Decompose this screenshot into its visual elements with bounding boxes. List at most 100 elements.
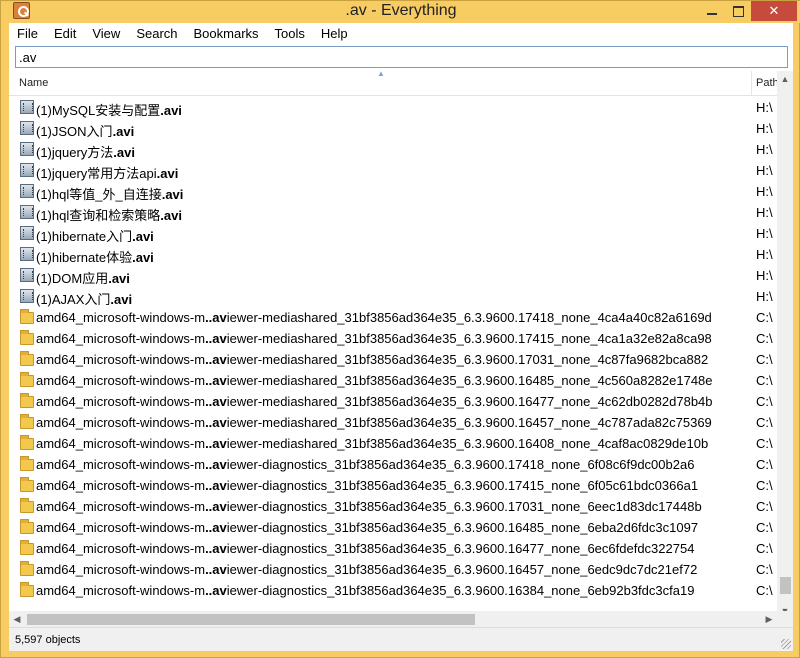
result-row[interactable]: (1)hibernate体验.avi H:\	[9, 244, 777, 265]
video-file-icon	[20, 268, 34, 282]
result-name-suffix: iewer-mediashared_31bf3856ad364e35_6.3.9…	[226, 331, 712, 346]
result-name-match: ..av	[205, 583, 227, 598]
result-name-match: .avi	[160, 103, 182, 118]
menu-tools[interactable]: Tools	[267, 23, 313, 45]
result-name-suffix: iewer-mediashared_31bf3856ad364e35_6.3.9…	[226, 415, 712, 430]
result-name-match: ..av	[205, 541, 227, 556]
column-divider[interactable]	[751, 71, 752, 95]
result-name-suffix: iewer-mediashared_31bf3856ad364e35_6.3.9…	[226, 373, 713, 388]
result-row[interactable]: amd64_microsoft-windows-m..aviewer-diagn…	[9, 496, 777, 517]
result-name-match: ..av	[205, 436, 227, 451]
result-name-suffix: iewer-diagnostics_31bf3856ad364e35_6.3.9…	[226, 541, 695, 556]
result-name-match: .avi	[156, 166, 179, 181]
scroll-up-arrow-icon[interactable]: ▲	[777, 71, 793, 87]
result-name-prefix: amd64_microsoft-windows-m	[36, 478, 206, 493]
result-name-prefix: (1)MySQL安装与配置	[36, 103, 161, 118]
result-name-match: .avi	[110, 292, 133, 307]
result-path: H:\	[756, 121, 773, 136]
column-header-name[interactable]: Name	[19, 77, 48, 89]
result-path: C:\	[756, 415, 773, 430]
result-name: (1)AJAX入门.avi	[36, 289, 744, 308]
result-name: amd64_microsoft-windows-m..aviewer-media…	[36, 394, 744, 409]
result-row[interactable]: amd64_microsoft-windows-m..aviewer-media…	[9, 391, 777, 412]
search-input[interactable]	[16, 47, 787, 67]
result-row[interactable]: (1)jquery常用方法api.avi H:\	[9, 160, 777, 181]
object-count: 5,597 objects	[15, 634, 81, 646]
result-row[interactable]: amd64_microsoft-windows-m..aviewer-media…	[9, 349, 777, 370]
result-name: amd64_microsoft-windows-m..aviewer-media…	[36, 331, 744, 346]
menu-help[interactable]: Help	[313, 23, 356, 45]
result-row[interactable]: amd64_microsoft-windows-m..aviewer-media…	[9, 433, 777, 454]
video-file-icon	[20, 142, 34, 156]
result-name-suffix: iewer-mediashared_31bf3856ad364e35_6.3.9…	[226, 310, 712, 325]
result-name: (1)DOM应用.avi	[36, 268, 744, 287]
result-row[interactable]: amd64_microsoft-windows-m..aviewer-diagn…	[9, 454, 777, 475]
horizontal-scroll-thumb[interactable]	[27, 614, 475, 625]
result-name-match: ..av	[205, 520, 227, 535]
result-name-match: ..av	[205, 394, 227, 409]
vertical-scrollbar[interactable]: ▲ ▼	[777, 71, 793, 619]
result-name-prefix: amd64_microsoft-windows-m	[36, 373, 206, 388]
result-path: C:\	[756, 352, 773, 367]
result-name: amd64_microsoft-windows-m..aviewer-diagn…	[36, 499, 744, 514]
folder-icon	[20, 435, 34, 450]
horizontal-scrollbar[interactable]: ◀ ▶	[9, 611, 777, 627]
minimize-button[interactable]	[699, 1, 725, 21]
result-name-match: .avi	[160, 208, 182, 223]
result-row[interactable]: amd64_microsoft-windows-m..aviewer-media…	[9, 412, 777, 433]
video-file-icon	[20, 289, 34, 303]
title-bar[interactable]: .av - Everything ✕	[1, 1, 800, 23]
result-row[interactable]: (1)AJAX入门.avi H:\	[9, 286, 777, 307]
result-name-suffix: iewer-diagnostics_31bf3856ad364e35_6.3.9…	[226, 457, 695, 472]
result-name-prefix: amd64_microsoft-windows-m	[36, 457, 206, 472]
result-row[interactable]: (1)hql等值_外_自连接.avi H:\	[9, 181, 777, 202]
result-row[interactable]: amd64_microsoft-windows-m..aviewer-media…	[9, 370, 777, 391]
result-name-match: .avi	[132, 229, 154, 244]
result-name-prefix: amd64_microsoft-windows-m	[36, 331, 206, 346]
result-path: C:\	[756, 583, 773, 598]
result-name-prefix: (1)jquery常用方法api	[36, 166, 157, 181]
result-name: (1)JSON入门.avi	[36, 121, 744, 140]
resize-grip-icon[interactable]	[781, 639, 791, 649]
result-name: amd64_microsoft-windows-m..aviewer-diagn…	[36, 562, 744, 577]
result-name: (1)hibernate体验.avi	[36, 247, 744, 266]
menu-search[interactable]: Search	[128, 23, 185, 45]
folder-icon	[20, 498, 34, 513]
result-name-prefix: amd64_microsoft-windows-m	[36, 436, 206, 451]
result-name: (1)hql等值_外_自连接.avi	[36, 184, 744, 203]
result-row[interactable]: amd64_microsoft-windows-m..aviewer-diagn…	[9, 475, 777, 496]
result-row[interactable]: (1)MySQL安装与配置.avi H:\	[9, 97, 777, 118]
vertical-scroll-thumb[interactable]	[780, 577, 791, 594]
result-name: amd64_microsoft-windows-m..aviewer-diagn…	[36, 583, 744, 598]
result-row[interactable]: (1)hibernate入门.avi H:\	[9, 223, 777, 244]
folder-icon	[20, 582, 34, 597]
result-row[interactable]: amd64_microsoft-windows-m..aviewer-media…	[9, 307, 777, 328]
result-row[interactable]: amd64_microsoft-windows-m..aviewer-diagn…	[9, 580, 777, 601]
scroll-right-arrow-icon[interactable]: ▶	[761, 611, 777, 627]
menu-edit[interactable]: Edit	[46, 23, 84, 45]
result-row[interactable]: amd64_microsoft-windows-m..aviewer-diagn…	[9, 559, 777, 580]
result-name-prefix: amd64_microsoft-windows-m	[36, 541, 206, 556]
result-row[interactable]: (1)DOM应用.avi H:\	[9, 265, 777, 286]
result-row[interactable]: amd64_microsoft-windows-m..aviewer-diagn…	[9, 538, 777, 559]
result-name: amd64_microsoft-windows-m..aviewer-diagn…	[36, 457, 744, 472]
result-path: C:\	[756, 373, 773, 388]
result-name-prefix: (1)JSON入门	[36, 124, 113, 139]
menu-bookmarks[interactable]: Bookmarks	[186, 23, 267, 45]
result-row[interactable]: (1)jquery方法.avi H:\	[9, 139, 777, 160]
result-path: H:\	[756, 289, 773, 304]
results-list[interactable]: (1)MySQL安装与配置.avi H:\ (1)JSON入门.avi H:\ (1)j…	[9, 97, 777, 619]
menu-file[interactable]: File	[9, 23, 46, 45]
result-row[interactable]: (1)JSON入门.avi H:\	[9, 118, 777, 139]
close-button[interactable]: ✕	[751, 1, 797, 21]
result-row[interactable]: (1)hql查询和检索策略.avi H:\	[9, 202, 777, 223]
result-name-match: ..av	[205, 415, 227, 430]
result-name-suffix: iewer-diagnostics_31bf3856ad364e35_6.3.9…	[226, 562, 698, 577]
result-row[interactable]: amd64_microsoft-windows-m..aviewer-diagn…	[9, 517, 777, 538]
scrollbar-corner	[777, 611, 793, 627]
menu-view[interactable]: View	[84, 23, 128, 45]
scroll-left-arrow-icon[interactable]: ◀	[9, 611, 25, 627]
maximize-button[interactable]	[725, 1, 751, 21]
result-row[interactable]: amd64_microsoft-windows-m..aviewer-media…	[9, 328, 777, 349]
search-box	[15, 46, 788, 68]
